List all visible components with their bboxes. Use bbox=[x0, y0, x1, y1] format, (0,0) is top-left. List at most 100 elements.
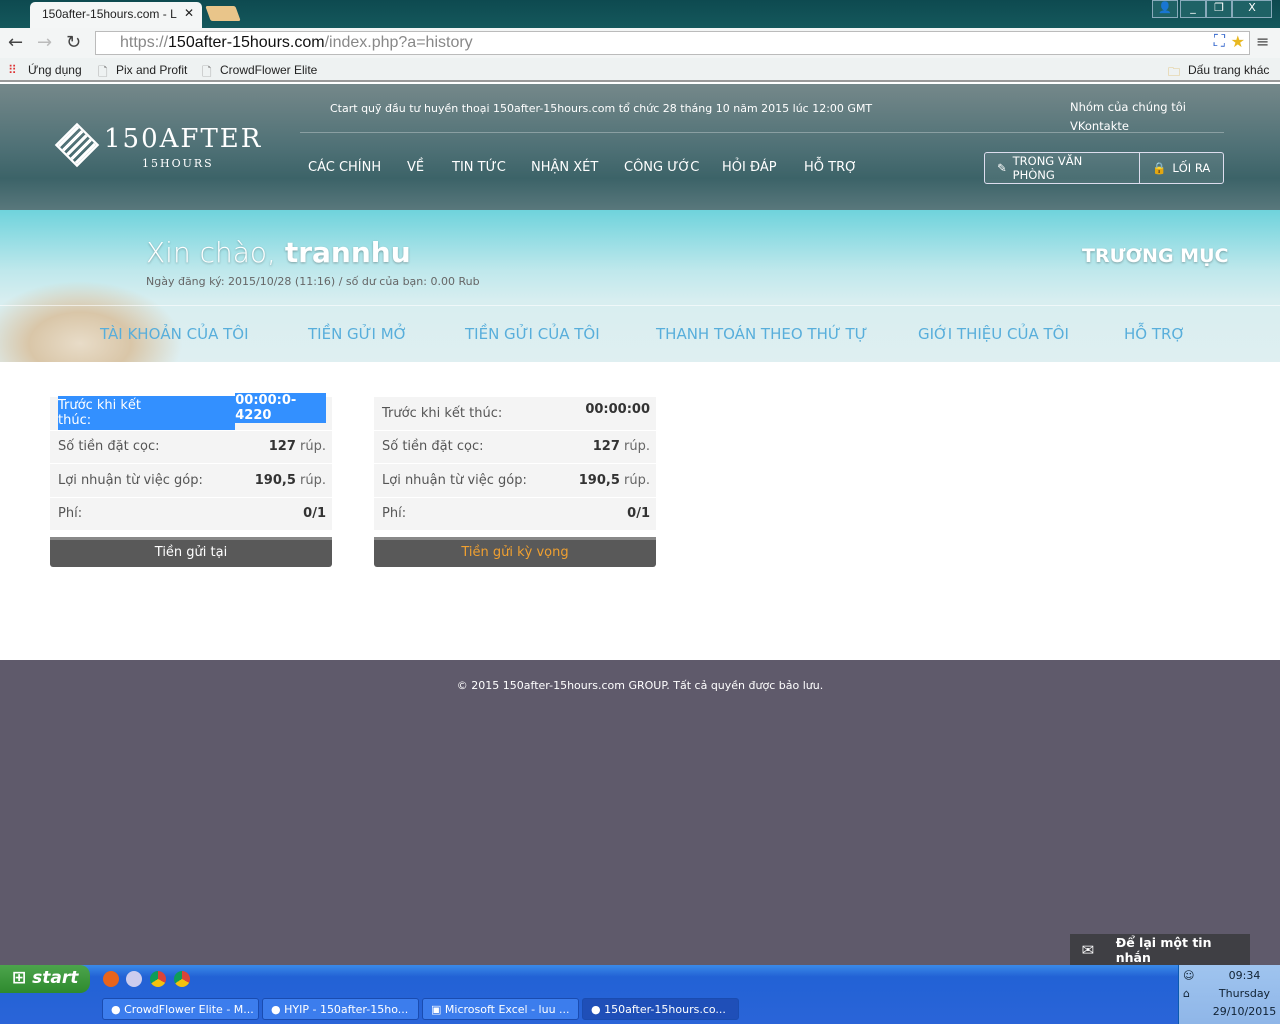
amount-row: Số tiền đặt cọc: 127 rúp. bbox=[374, 430, 656, 464]
translate-icon[interactable]: ⛶ bbox=[1214, 33, 1225, 51]
social-group-link[interactable]: Nhóm của chúng tôi bbox=[1070, 100, 1186, 114]
time-left-label: Trước khi kết thúc: bbox=[58, 396, 236, 431]
deposit-action-button[interactable]: Tiền gửi kỳ vọng bbox=[374, 537, 656, 567]
copyright: © 2015 150after-15hours.com GROUP. Tất c… bbox=[456, 679, 824, 692]
profit-row: Lợi nhuận từ việc góp: 190,5 rúp. bbox=[50, 464, 332, 498]
address-bar[interactable]: https://150after-15hours.com/index.php?a… bbox=[95, 31, 1250, 55]
bookmark-crowdflower[interactable]: CrowdFlower Elite bbox=[220, 63, 317, 77]
office-label: TRONG VĂN PHÒNG bbox=[1012, 154, 1083, 182]
nav-main[interactable]: CÁC CHÍNH bbox=[308, 160, 381, 175]
chrome-icon[interactable] bbox=[150, 971, 166, 987]
nav-reviews[interactable]: NHẬN XÉT bbox=[531, 160, 598, 175]
username: trannhu bbox=[284, 236, 411, 269]
nav-faq[interactable]: HỎI ĐÁP bbox=[722, 160, 777, 175]
user-icon[interactable]: 👤 bbox=[1152, 0, 1178, 18]
envelope-icon: ✉ bbox=[1081, 940, 1095, 959]
fee-label: Phí: bbox=[382, 506, 407, 522]
announcement: Ctart quỹ đầu tư huyền thoại 150after-15… bbox=[330, 102, 873, 115]
currency-unit: rúp. bbox=[300, 472, 326, 488]
back-icon[interactable]: ← bbox=[8, 32, 23, 53]
amount-value: 127 bbox=[592, 439, 620, 455]
messenger-icon[interactable]: ☺ bbox=[1183, 967, 1194, 985]
greeting-text: Xin chào, bbox=[146, 236, 276, 269]
folder-icon: 🗀 bbox=[1168, 65, 1181, 79]
time-left-row: Trước khi kết thúc: 00:00:00 bbox=[374, 397, 656, 431]
bookmark-apps[interactable]: Ứng dụng bbox=[28, 63, 82, 77]
close-window-button[interactable]: X bbox=[1232, 0, 1272, 18]
excel-icon: ▣ bbox=[431, 1003, 442, 1016]
profit-label: Lợi nhuận từ việc góp: bbox=[58, 472, 203, 488]
start-label: start bbox=[32, 968, 79, 988]
system-tray: 09:34 Thursday 29/10/2015 ☺ ⌂ bbox=[1178, 965, 1280, 1024]
subnav-my-deposits[interactable]: TIỀN GỬI CỦA TÔI bbox=[465, 325, 600, 343]
section-title: TRƯƠNG MỤC bbox=[1082, 245, 1229, 267]
browser-toolbar: ← → ↻ https://150after-15hours.com/index… bbox=[0, 28, 1280, 58]
task-label: CrowdFlower Elite - M... bbox=[124, 1003, 254, 1016]
profit-value: 190,5 bbox=[578, 472, 620, 488]
page-icon: 🗋 bbox=[202, 65, 212, 79]
clock-time[interactable]: 09:34 bbox=[1209, 967, 1280, 985]
other-bookmarks[interactable]: Dấu trang khác bbox=[1188, 63, 1269, 77]
firefox-icon[interactable] bbox=[103, 971, 119, 987]
chrome-icon[interactable] bbox=[174, 971, 190, 987]
logo-sub: 15HOURS bbox=[142, 157, 214, 170]
time-left-value: 00:00:00 bbox=[585, 401, 650, 417]
subnav-support[interactable]: HỖ TRỢ bbox=[1124, 325, 1185, 343]
nav-terms[interactable]: CÔNG ƯỚC bbox=[624, 160, 699, 175]
nav-news[interactable]: TIN TỨC bbox=[452, 160, 506, 175]
subnav-referrals[interactable]: GIỚI THIỆU CỦA TÔI bbox=[918, 325, 1069, 343]
nav-support[interactable]: HỖ TRỢ bbox=[804, 160, 857, 175]
new-tab-button[interactable] bbox=[205, 6, 241, 21]
start-button[interactable]: ⊞ start bbox=[0, 965, 90, 993]
task-label: 150after-15hours.co... bbox=[604, 1003, 726, 1016]
subnav-open-deposit[interactable]: TIỀN GỬI MỞ bbox=[308, 325, 407, 343]
pencil-icon: ✎ bbox=[997, 161, 1007, 175]
subnav-payment-order[interactable]: THANH TOÁN THEO THỨ TỰ bbox=[656, 325, 868, 343]
profit-label: Lợi nhuận từ việc góp: bbox=[382, 472, 527, 488]
firefox-icon: ● bbox=[271, 1003, 281, 1016]
taskbar-item-active[interactable]: ● 150after-15hours.co... bbox=[582, 998, 739, 1020]
nav-about[interactable]: VỀ bbox=[407, 160, 424, 175]
forward-icon[interactable]: → bbox=[37, 32, 52, 53]
profit-row: Lợi nhuận từ việc góp: 190,5 rúp. bbox=[374, 464, 656, 498]
url-path: /index.php?a=history bbox=[324, 34, 473, 51]
task-label: Microsoft Excel - luu ... bbox=[444, 1003, 570, 1016]
star-icon[interactable]: ★ bbox=[1231, 32, 1245, 52]
reload-icon[interactable]: ↻ bbox=[66, 32, 81, 53]
divider bbox=[0, 305, 1280, 306]
chrome-icon: ● bbox=[591, 1003, 601, 1016]
firefox-icon: ● bbox=[111, 1003, 121, 1016]
bookmark-pix-and-profit[interactable]: Pix and Profit bbox=[116, 63, 187, 77]
browser-tab[interactable]: 150after-15hours.com - L ✕ bbox=[30, 2, 202, 28]
logo-main: 150AFTER bbox=[104, 124, 263, 154]
subnav-my-account[interactable]: TÀI KHOẢN CỦA TÔI bbox=[100, 325, 249, 343]
ie-icon[interactable] bbox=[126, 971, 142, 987]
page-icon: 🗋 bbox=[98, 65, 108, 79]
greeting: Xin chào, trannhu bbox=[146, 236, 411, 269]
minimize-button[interactable]: _ bbox=[1180, 0, 1206, 18]
close-tab-icon[interactable]: ✕ bbox=[184, 6, 194, 20]
url-host: 150after-15hours.com bbox=[168, 34, 325, 51]
amount-label: Số tiền đặt cọc: bbox=[382, 439, 484, 455]
taskbar-item[interactable]: ● CrowdFlower Elite - M... bbox=[102, 998, 259, 1020]
office-button[interactable]: ✎ TRONG VĂN PHÒNG bbox=[985, 153, 1140, 183]
taskbar-item[interactable]: ● HYIP - 150after-15ho... bbox=[262, 998, 419, 1020]
social-vkontakte-link[interactable]: VKontakte bbox=[1070, 119, 1129, 133]
logout-label: LỐI RA bbox=[1172, 161, 1211, 175]
clock-day: Thursday bbox=[1218, 987, 1271, 1000]
time-left-label: Trước khi kết thúc: bbox=[382, 405, 503, 421]
fee-label: Phí: bbox=[58, 506, 83, 522]
fee-value: 0/1 bbox=[627, 506, 650, 522]
logout-button[interactable]: 🔒 LỐI RA bbox=[1140, 153, 1222, 183]
leave-message-label: Để lại một tin nhắn bbox=[1115, 934, 1212, 965]
restore-button[interactable]: ❐ bbox=[1206, 0, 1232, 18]
currency-unit: rúp. bbox=[624, 439, 650, 455]
site-footer bbox=[0, 660, 1280, 965]
taskbar-item[interactable]: ▣ Microsoft Excel - luu ... bbox=[422, 998, 579, 1020]
amount-row: Số tiền đặt cọc: 127 rúp. bbox=[50, 430, 332, 464]
deposit-card: Trước khi kết thúc: 00:00:00 Số tiền đặt … bbox=[374, 397, 656, 567]
leave-message-button[interactable]: ✉ Để lại một tin nhắn bbox=[1070, 934, 1250, 965]
deposit-action-button[interactable]: Tiền gửi tại bbox=[50, 537, 332, 567]
menu-icon[interactable]: ≡ bbox=[1256, 32, 1269, 51]
network-icon[interactable]: ⌂ bbox=[1183, 985, 1190, 1003]
